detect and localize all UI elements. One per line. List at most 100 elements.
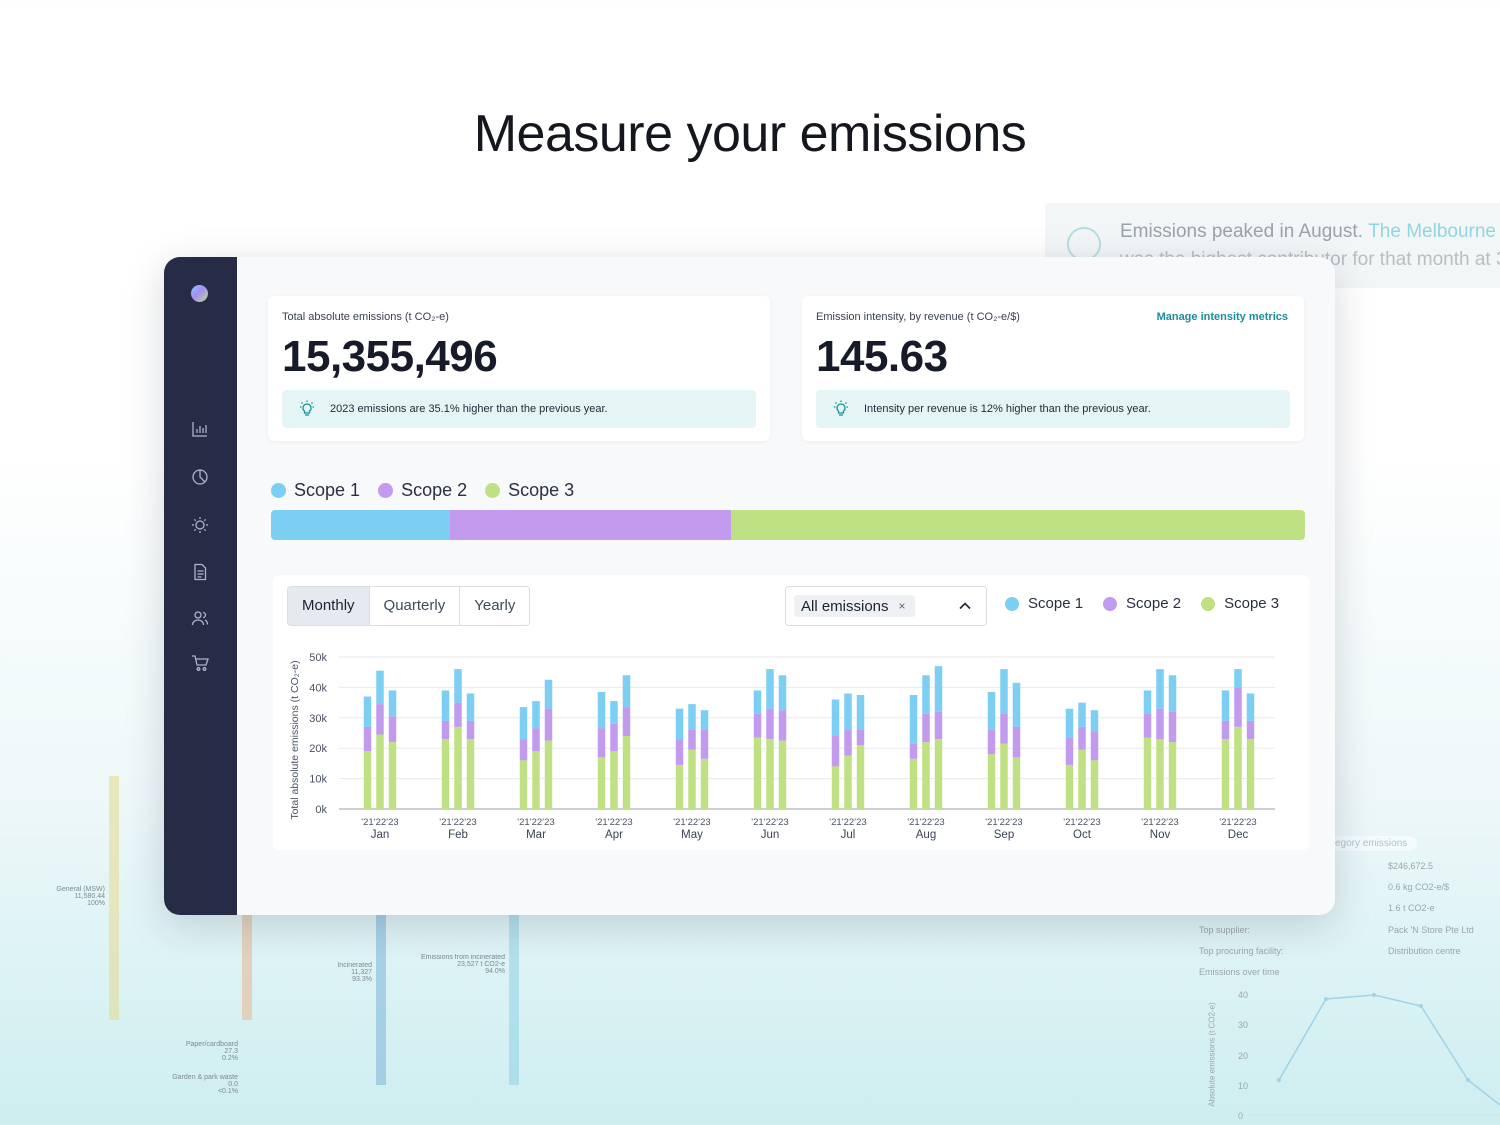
bar-segment xyxy=(766,739,774,809)
bar-segment xyxy=(1168,675,1177,712)
y-tick-label: 30k xyxy=(309,713,327,725)
bar-segment xyxy=(544,740,553,809)
bar-segment xyxy=(610,701,618,724)
bar-segment xyxy=(454,702,462,727)
month-label: Jan xyxy=(371,829,390,841)
y-tick-label: 0k xyxy=(315,804,327,816)
bar-segment xyxy=(1000,669,1008,714)
cart-icon[interactable] xyxy=(191,654,209,672)
total-emissions-value: 15,355,496 xyxy=(282,332,498,381)
year-tick-label: '22 xyxy=(920,817,932,828)
month-label: Oct xyxy=(1073,829,1092,841)
year-tick-label: '21 xyxy=(439,817,451,828)
year-tick-label: '21 xyxy=(1219,817,1231,828)
bar-chart-icon[interactable] xyxy=(191,420,209,438)
bar-segment xyxy=(532,701,540,729)
bar-segment xyxy=(778,675,787,711)
year-tick-label: '23 xyxy=(1166,817,1178,828)
bar-segment xyxy=(675,708,684,740)
bar-segment xyxy=(544,708,553,741)
bar-segment xyxy=(922,675,930,714)
users-icon[interactable] xyxy=(191,609,209,627)
bar-segment xyxy=(597,728,606,758)
scope-share-bar xyxy=(271,510,1305,540)
bar-segment xyxy=(909,695,918,744)
bar-segment xyxy=(441,690,450,721)
bar-segment xyxy=(1012,757,1021,809)
year-tick-label: '23 xyxy=(620,817,632,828)
bar-segment xyxy=(934,711,943,740)
year-tick-label: '21 xyxy=(751,817,763,828)
bar-segment xyxy=(454,726,462,809)
y-axis-label: Total absolute emissions (t CO₂-e) xyxy=(289,660,301,819)
bar-segment xyxy=(622,675,631,708)
bar-segment xyxy=(1078,749,1086,809)
bar-segment xyxy=(1012,726,1021,758)
bar-segment xyxy=(388,716,397,743)
year-tick-label: '21 xyxy=(673,817,685,828)
year-tick-label: '23 xyxy=(776,817,788,828)
emission-intensity-insight-text: Intensity per revenue is 12% higher than… xyxy=(864,403,1151,415)
month-label: Jun xyxy=(761,829,780,841)
year-tick-label: '23 xyxy=(1088,817,1100,828)
year-tick-label: '21 xyxy=(1063,817,1075,828)
bar-segment xyxy=(519,739,528,761)
bar-segment xyxy=(1156,669,1164,709)
year-tick-label: '22 xyxy=(764,817,776,828)
year-tick-label: '21 xyxy=(517,817,529,828)
background-ytick: 20 xyxy=(1238,1051,1249,1061)
scope-1-dot xyxy=(271,483,286,498)
bar-segment xyxy=(466,693,475,721)
scope-1-share xyxy=(271,510,450,540)
pie-chart-icon[interactable] xyxy=(191,468,209,486)
background-line-chart xyxy=(1250,993,1500,1116)
emission-intensity-card: Emission intensity, by revenue (t CO₂-e/… xyxy=(802,296,1304,441)
bar-segment xyxy=(1065,708,1074,738)
total-emissions-insight: 2023 emissions are 35.1% higher than the… xyxy=(282,390,756,428)
year-tick-label: '23 xyxy=(932,817,944,828)
bar-segment xyxy=(1234,669,1242,688)
bar-segment xyxy=(622,736,631,809)
month-label: Jul xyxy=(841,829,856,841)
bar-segment xyxy=(856,745,865,809)
year-tick-label: '21 xyxy=(985,817,997,828)
lightbulb-icon xyxy=(1067,227,1101,261)
bar-segment xyxy=(1090,731,1099,761)
bar-segment xyxy=(753,737,762,809)
year-tick-label: '21 xyxy=(595,817,607,828)
legend-scope-2: Scope 2 xyxy=(378,480,467,501)
document-icon[interactable] xyxy=(191,563,209,581)
month-label: Mar xyxy=(526,829,546,841)
manage-intensity-metrics-link[interactable]: Manage intensity metrics xyxy=(1157,311,1288,323)
scope-3-share xyxy=(731,510,1305,540)
emission-intensity-label: Emission intensity, by revenue (t CO₂-e/… xyxy=(816,311,1020,323)
bar-segment xyxy=(1143,713,1152,738)
bar-segment xyxy=(376,670,384,705)
bar-segment xyxy=(1078,702,1086,727)
lightbulb-icon xyxy=(300,400,314,416)
bar-segment xyxy=(700,729,709,759)
year-tick-label: '23 xyxy=(386,817,398,828)
background-sankey-label: General (MSW) 11,580.44 100% xyxy=(56,886,105,907)
total-emissions-insight-text: 2023 emissions are 35.1% higher than the… xyxy=(330,403,608,415)
y-tick-label: 40k xyxy=(309,682,327,694)
year-tick-label: '22 xyxy=(686,817,698,828)
sun-icon[interactable] xyxy=(191,516,209,534)
year-tick-label: '21 xyxy=(907,817,919,828)
year-tick-label: '22 xyxy=(608,817,620,828)
bar-segment xyxy=(597,757,606,809)
bar-segment xyxy=(610,751,618,809)
bar-segment xyxy=(1246,693,1255,721)
year-tick-label: '23 xyxy=(464,817,476,828)
bar-segment xyxy=(532,728,540,752)
bar-segment xyxy=(1012,682,1021,727)
scope-2-dot xyxy=(378,483,394,498)
background-ytick: 0 xyxy=(1238,1111,1244,1121)
background-value: 1.6 t CO2-e xyxy=(1388,903,1435,913)
year-tick-label: '22 xyxy=(1154,817,1166,828)
background-sankey-label: Incinerated 11,327 93.3% xyxy=(337,962,372,983)
background-chart-ylabel: Absolute emissions (t CO2-e) xyxy=(1207,1002,1217,1107)
bar-segment xyxy=(922,742,930,809)
month-label: Sep xyxy=(994,829,1014,841)
page-headline: Measure your emissions xyxy=(473,105,1027,163)
